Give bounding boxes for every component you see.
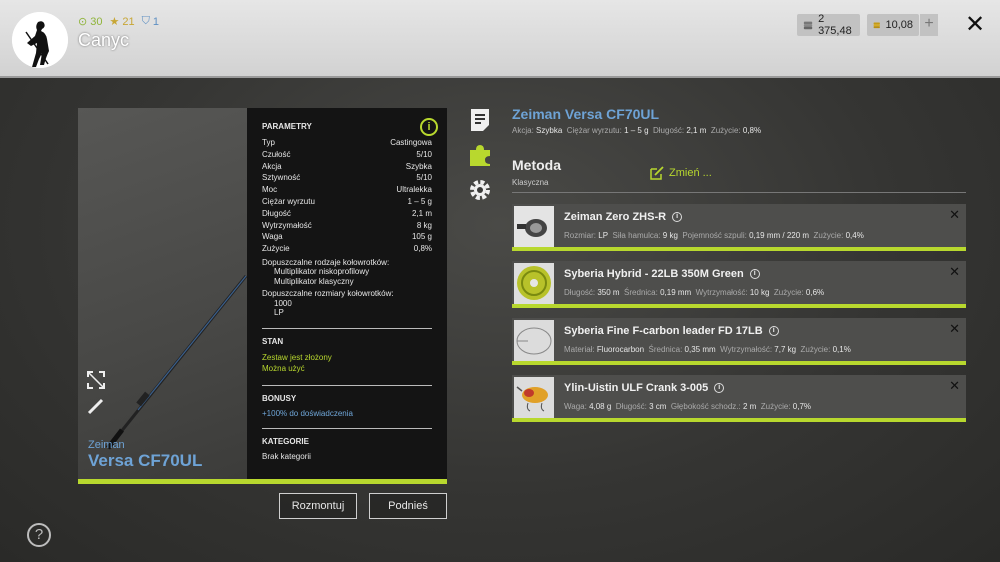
info-icon[interactable]: i bbox=[420, 118, 438, 136]
bonus-text: +100% do doświadczenia bbox=[262, 408, 353, 418]
state-line: Można użyć bbox=[262, 364, 305, 374]
durability-bar bbox=[512, 247, 966, 251]
param-row: Sztywność 5/10 bbox=[262, 173, 432, 183]
param-row: Akcja Szybka bbox=[262, 161, 432, 171]
rod-image bbox=[106, 275, 247, 450]
silver-currency: 2 375,48 bbox=[797, 13, 860, 37]
info-icon[interactable]: i bbox=[749, 269, 760, 279]
divider bbox=[262, 427, 432, 429]
param-row: Typ Castingowa bbox=[262, 138, 432, 147]
param-row: Czułość 5/10 bbox=[262, 149, 432, 159]
reel-types: Dopuszczalne rodzaje kołowrotków: Multip… bbox=[262, 257, 390, 286]
shield-stat: ⛉ 1 bbox=[141, 15, 159, 28]
gold-coins-icon bbox=[873, 22, 880, 29]
player-stats: ⊙ 30 ★ 21 ⛉ 1 bbox=[78, 15, 159, 28]
puzzle-tab-icon[interactable] bbox=[468, 143, 492, 167]
component-name: Syberia Hybrid - 22LB 350M Green i bbox=[564, 268, 760, 280]
shield-icon: ⛉ bbox=[141, 15, 150, 27]
component-name: Syberia Fine F-carbon leader FD 17LB i bbox=[564, 325, 779, 337]
add-currency-button[interactable]: + bbox=[920, 14, 938, 36]
durability-bar bbox=[512, 304, 966, 308]
silver-coins-icon bbox=[803, 21, 813, 30]
component-reel[interactable]: Zeiman Zero ZHS-R i Rozmiar: LP Siła hamu… bbox=[512, 204, 966, 251]
remove-component-button[interactable]: ✕ bbox=[949, 321, 960, 337]
param-row: Moc Ultralekka bbox=[262, 185, 432, 195]
dismantle-button[interactable]: Rozmontuj bbox=[279, 493, 357, 519]
reel-thumbnail bbox=[514, 206, 554, 247]
close-button[interactable]: ✕ bbox=[962, 11, 988, 39]
method-title: Metoda bbox=[512, 157, 561, 173]
remove-component-button[interactable]: ✕ bbox=[949, 207, 960, 223]
pick-up-button[interactable]: Podnieś bbox=[369, 493, 447, 519]
divider bbox=[512, 192, 966, 193]
change-method-button[interactable]: Zmień ... bbox=[650, 166, 712, 180]
info-icon[interactable]: i bbox=[672, 212, 683, 222]
expand-icon[interactable] bbox=[86, 370, 106, 390]
remove-component-button[interactable]: ✕ bbox=[949, 378, 960, 394]
rod-summary: Akcja: Szybka Ciężar wyrzutu: 1 – 5 g Dł… bbox=[512, 126, 762, 135]
state-title: STAN bbox=[262, 336, 284, 346]
method-value: Klasyczna bbox=[512, 178, 549, 187]
info-icon[interactable]: i bbox=[768, 326, 779, 336]
state-line: Zestaw jest złożony bbox=[262, 352, 332, 362]
category-title: KATEGORIE bbox=[262, 436, 309, 446]
component-details: Rozmiar: LP Siła hamulca: 9 kg Pojemność… bbox=[564, 231, 864, 240]
item-image-panel: Zeiman Versa CF70UL bbox=[78, 108, 247, 479]
leader-thumbnail bbox=[514, 320, 554, 361]
divider bbox=[262, 384, 432, 386]
component-leader[interactable]: Syberia Fine F-carbon leader FD 17LB i Ma… bbox=[512, 318, 966, 365]
item-model: Versa CF70UL bbox=[88, 451, 203, 470]
durability-bar bbox=[512, 418, 966, 422]
durability-bar bbox=[512, 361, 966, 365]
fisherman-silhouette-icon bbox=[12, 12, 68, 68]
param-row: Długość 2,1 m bbox=[262, 208, 432, 218]
component-line[interactable]: Syberia Hybrid - 22LB 350M Green i Długoś… bbox=[512, 261, 966, 308]
param-row: Ciężar wyrzutu 1 – 5 g bbox=[262, 196, 432, 206]
parameters-title: PARAMETRY bbox=[262, 122, 312, 131]
component-details: Materiał: Fluorocarbon Średnica: 0,35 mm… bbox=[564, 345, 851, 354]
durability-bar bbox=[78, 479, 447, 484]
component-details: Długość: 350 m Średnica: 0,19 mm Wytrzym… bbox=[564, 288, 825, 297]
info-icon[interactable]: i bbox=[714, 383, 725, 393]
document-tab-icon[interactable] bbox=[468, 108, 492, 132]
param-row: Zużycie 0,8% bbox=[262, 244, 432, 254]
edit-icon bbox=[650, 166, 664, 180]
component-details: Waga: 4,08 g Długość: 3 cm Głębokość sch… bbox=[564, 402, 812, 411]
bonus-title: BONUSY bbox=[262, 393, 297, 403]
gear-tab-icon[interactable] bbox=[468, 178, 492, 202]
item-brand: Zeiman bbox=[88, 439, 125, 451]
rod-title: Zeiman Versa CF70UL bbox=[512, 106, 660, 122]
top-bar: ⊙ 30 ★ 21 ⛉ 1 Canyc 2 375,48 10,08 + ✕ bbox=[0, 0, 1000, 78]
parameters-panel: PARAMETRY Typ Castingowa Czułość 5/10 Akcj… bbox=[247, 108, 447, 479]
lure-thumbnail bbox=[514, 377, 554, 418]
component-name: Zeiman Zero ZHS-R i bbox=[564, 211, 683, 223]
avatar[interactable] bbox=[12, 12, 68, 68]
pencil-icon[interactable] bbox=[86, 396, 106, 416]
gold-currency: 10,08 bbox=[867, 14, 919, 36]
divider bbox=[262, 327, 432, 329]
star-icon: ★ bbox=[109, 16, 120, 28]
help-icon[interactable]: ? bbox=[27, 523, 51, 547]
line-thumbnail bbox=[514, 263, 554, 304]
param-row: Wytrzymałość 8 kg bbox=[262, 220, 432, 230]
level-stat: ⊙ 30 bbox=[78, 15, 103, 29]
component-lure[interactable]: Ylin-Uistin ULF Crank 3-005 i Waga: 4,08 … bbox=[512, 375, 966, 422]
component-name: Ylin-Uistin ULF Crank 3-005 i bbox=[564, 382, 725, 394]
reel-sizes: Dopuszczalne rozmiary kołowrotków: 1000 … bbox=[262, 289, 394, 318]
player-name: Canyc bbox=[78, 30, 130, 50]
param-row: Waga 105 g bbox=[262, 232, 432, 242]
category-text: Brak kategorii bbox=[262, 451, 311, 461]
level-icon: ⊙ bbox=[78, 16, 88, 28]
remove-component-button[interactable]: ✕ bbox=[949, 264, 960, 280]
stars-stat: ★ 21 bbox=[109, 15, 135, 29]
